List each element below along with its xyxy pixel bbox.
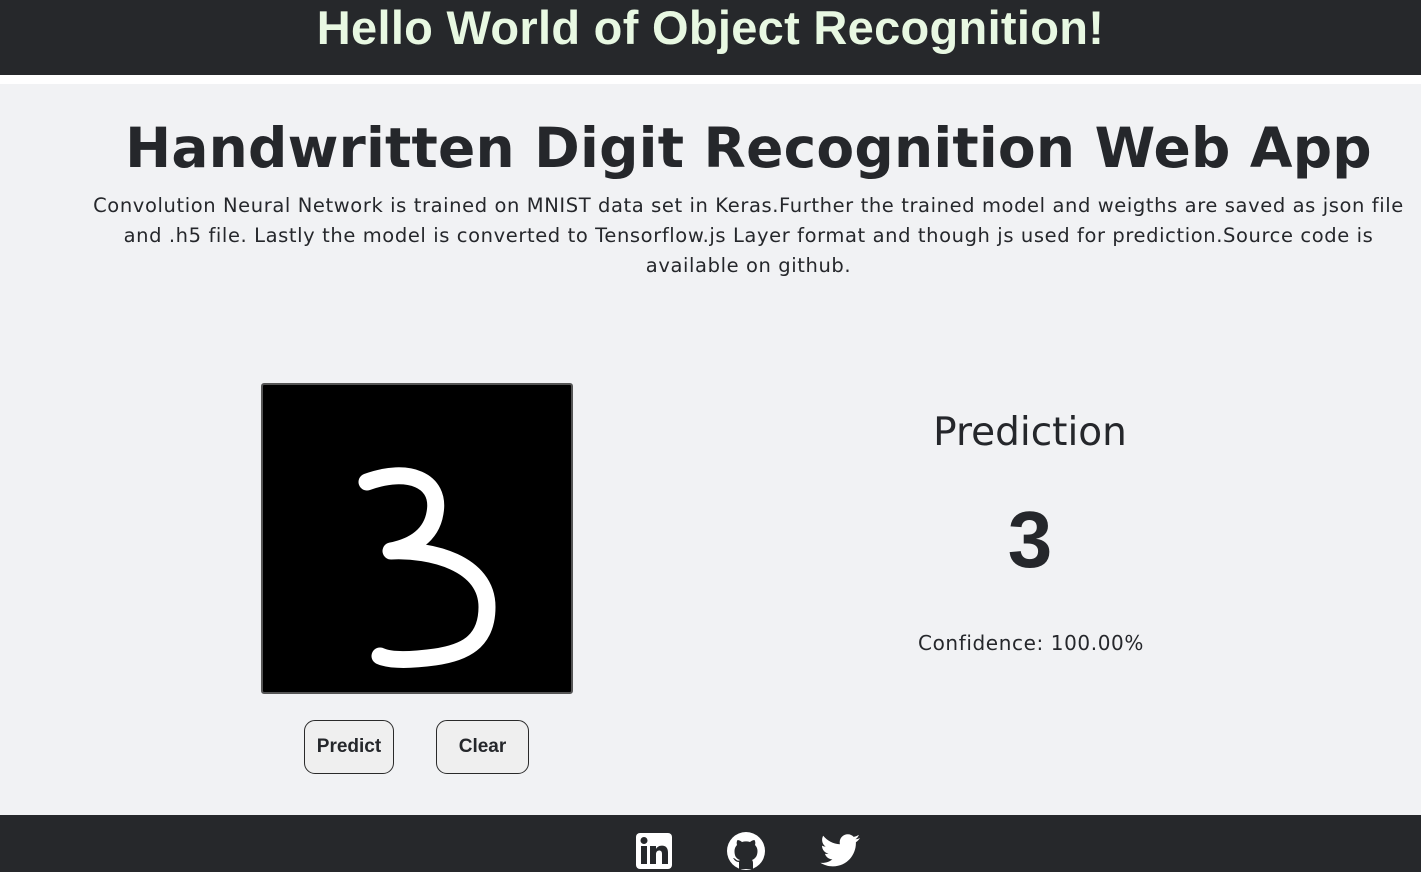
- footer: [0, 815, 1421, 872]
- header-title: Hello World of Object Recognition!: [316, 1, 1105, 54]
- app-description: Convolution Neural Network is trained on…: [93, 194, 1404, 277]
- drawing-canvas[interactable]: [261, 383, 573, 694]
- page-title: Handwritten Digit Recognition Web App: [125, 116, 1372, 180]
- top-header: Hello World of Object Recognition!: [0, 0, 1421, 75]
- clear-button[interactable]: Clear: [436, 720, 529, 774]
- header-divider: [0, 75, 1421, 84]
- github-icon[interactable]: [726, 831, 766, 871]
- prediction-heading: Prediction: [933, 410, 1127, 455]
- twitter-icon[interactable]: [820, 831, 860, 871]
- predicted-digit: 3: [1007, 495, 1053, 584]
- confidence-text: Confidence: 100.00%: [918, 631, 1144, 655]
- handwritten-digit-drawing: [358, 467, 496, 668]
- linkedin-icon[interactable]: [635, 831, 675, 871]
- predict-button[interactable]: Predict: [304, 720, 394, 774]
